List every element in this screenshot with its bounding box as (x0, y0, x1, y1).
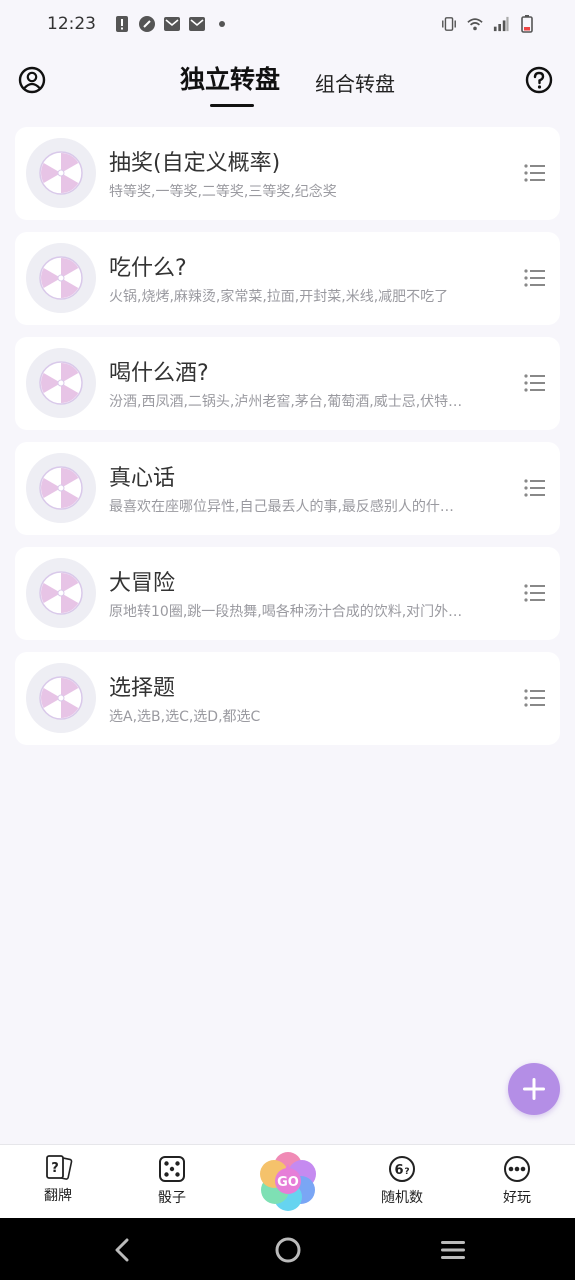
nav-flip-label: 翻牌 (44, 1188, 72, 1204)
svg-text:6: 6 (394, 1163, 403, 1178)
list-menu-icon[interactable] (524, 268, 546, 288)
wheel-card[interactable]: 选择题 选A,选B,选C,选D,都选C (15, 652, 560, 745)
recent-apps-icon[interactable] (438, 1235, 468, 1265)
status-bar: 12:23 (0, 0, 575, 48)
mail-icon (189, 16, 205, 32)
wheel-options: 选A,选B,选C,选D,都选C (109, 709, 261, 725)
wheel-card[interactable]: 喝什么酒? 汾酒,西凤酒,二锅头,泸州老窖,茅台,葡萄酒,威士忌,伏特… (15, 337, 560, 430)
wheel-title: 真心话 (109, 466, 176, 491)
add-wheel-button[interactable] (508, 1063, 560, 1115)
list-menu-icon[interactable] (524, 583, 546, 603)
back-icon[interactable] (108, 1235, 138, 1265)
wifi-icon (467, 16, 483, 32)
list-menu-icon[interactable] (524, 373, 546, 393)
wheel-title: 吃什么? (109, 256, 187, 281)
app-icon (139, 16, 155, 32)
list-menu-icon[interactable] (524, 478, 546, 498)
nav-fun[interactable]: 好玩 (477, 1155, 557, 1207)
nav-dice[interactable]: 骰子 (132, 1155, 212, 1207)
wheel-card[interactable]: 大冒险 原地转10圈,跳一段热舞,喝各种汤汁合成的饮料,对门外… (15, 547, 560, 640)
plus-icon (523, 1078, 545, 1100)
list-menu-icon[interactable] (524, 163, 546, 183)
wheel-title: 喝什么酒? (109, 361, 209, 386)
wheel-thumbnail-icon (26, 558, 96, 628)
wheel-options: 最喜欢在座哪位异性,自己最丢人的事,最反感别人的什… (109, 499, 454, 515)
system-nav-bar (0, 1218, 575, 1280)
status-time: 12:23 (47, 14, 96, 34)
wheel-list: 抽奖(自定义概率) 特等奖,一等奖,二等奖,三等奖,纪念奖 吃什么? 火锅,烧烤… (15, 127, 560, 757)
nav-random-label: 随机数 (381, 1190, 423, 1206)
wheel-card[interactable]: 吃什么? 火锅,烧烤,麻辣烫,家常菜,拉面,开封菜,米线,减肥不吃了 (15, 232, 560, 325)
wheel-options: 火锅,烧烤,麻辣烫,家常菜,拉面,开封菜,米线,减肥不吃了 (109, 289, 449, 305)
wheel-card[interactable]: 抽奖(自定义概率) 特等奖,一等奖,二等奖,三等奖,纪念奖 (15, 127, 560, 220)
user-icon[interactable] (18, 66, 46, 94)
svg-text:?: ? (51, 1161, 59, 1176)
header: 独立转盘 组合转盘 (0, 52, 575, 110)
tab-independent-wheel[interactable]: 独立转盘 (180, 60, 280, 96)
dot-icon (214, 16, 230, 32)
svg-text:?: ? (404, 1167, 409, 1177)
bottom-nav: ? 翻牌 骰子 GO 6 ? 随机数 好玩 (0, 1144, 575, 1218)
wheel-thumbnail-icon (26, 138, 96, 208)
status-icons-right (441, 15, 535, 33)
go-spin-button[interactable]: GO (257, 1150, 319, 1212)
alert-icon (114, 16, 130, 32)
wheel-title: 大冒险 (109, 571, 176, 596)
vibrate-icon (441, 16, 457, 32)
tab-combined-wheel[interactable]: 组合转盘 (315, 68, 395, 97)
wheel-options: 汾酒,西凤酒,二锅头,泸州老窖,茅台,葡萄酒,威士忌,伏特… (109, 394, 463, 410)
more-dots-icon (504, 1156, 530, 1182)
go-wheel-icon: GO (260, 1152, 316, 1211)
nav-flip-card[interactable]: ? 翻牌 (18, 1155, 98, 1205)
wheel-options: 特等奖,一等奖,二等奖,三等奖,纪念奖 (109, 184, 337, 200)
nav-random-number[interactable]: 6 ? 随机数 (362, 1155, 442, 1207)
nav-fun-label: 好玩 (503, 1190, 531, 1206)
go-label: GO (277, 1175, 299, 1190)
battery-icon (519, 15, 535, 33)
wheel-title: 抽奖(自定义概率) (109, 151, 281, 176)
random-number-icon: 6 ? (389, 1156, 415, 1182)
nav-dice-label: 骰子 (158, 1190, 186, 1206)
wheel-thumbnail-icon (26, 348, 96, 418)
flip-card-icon: ? (46, 1155, 73, 1180)
tab-underline (210, 104, 254, 107)
help-icon[interactable] (525, 66, 553, 94)
home-icon[interactable] (273, 1235, 303, 1265)
wheel-options: 原地转10圈,跳一段热舞,喝各种汤汁合成的饮料,对门外… (109, 604, 463, 620)
dice-icon (159, 1156, 185, 1182)
wheel-card[interactable]: 真心话 最喜欢在座哪位异性,自己最丢人的事,最反感别人的什… (15, 442, 560, 535)
signal-icon (493, 16, 509, 32)
mail-icon (164, 16, 180, 32)
wheel-thumbnail-icon (26, 453, 96, 523)
wheel-thumbnail-icon (26, 663, 96, 733)
status-icons-left (114, 16, 230, 32)
list-menu-icon[interactable] (524, 688, 546, 708)
wheel-title: 选择题 (109, 676, 176, 701)
wheel-thumbnail-icon (26, 243, 96, 313)
